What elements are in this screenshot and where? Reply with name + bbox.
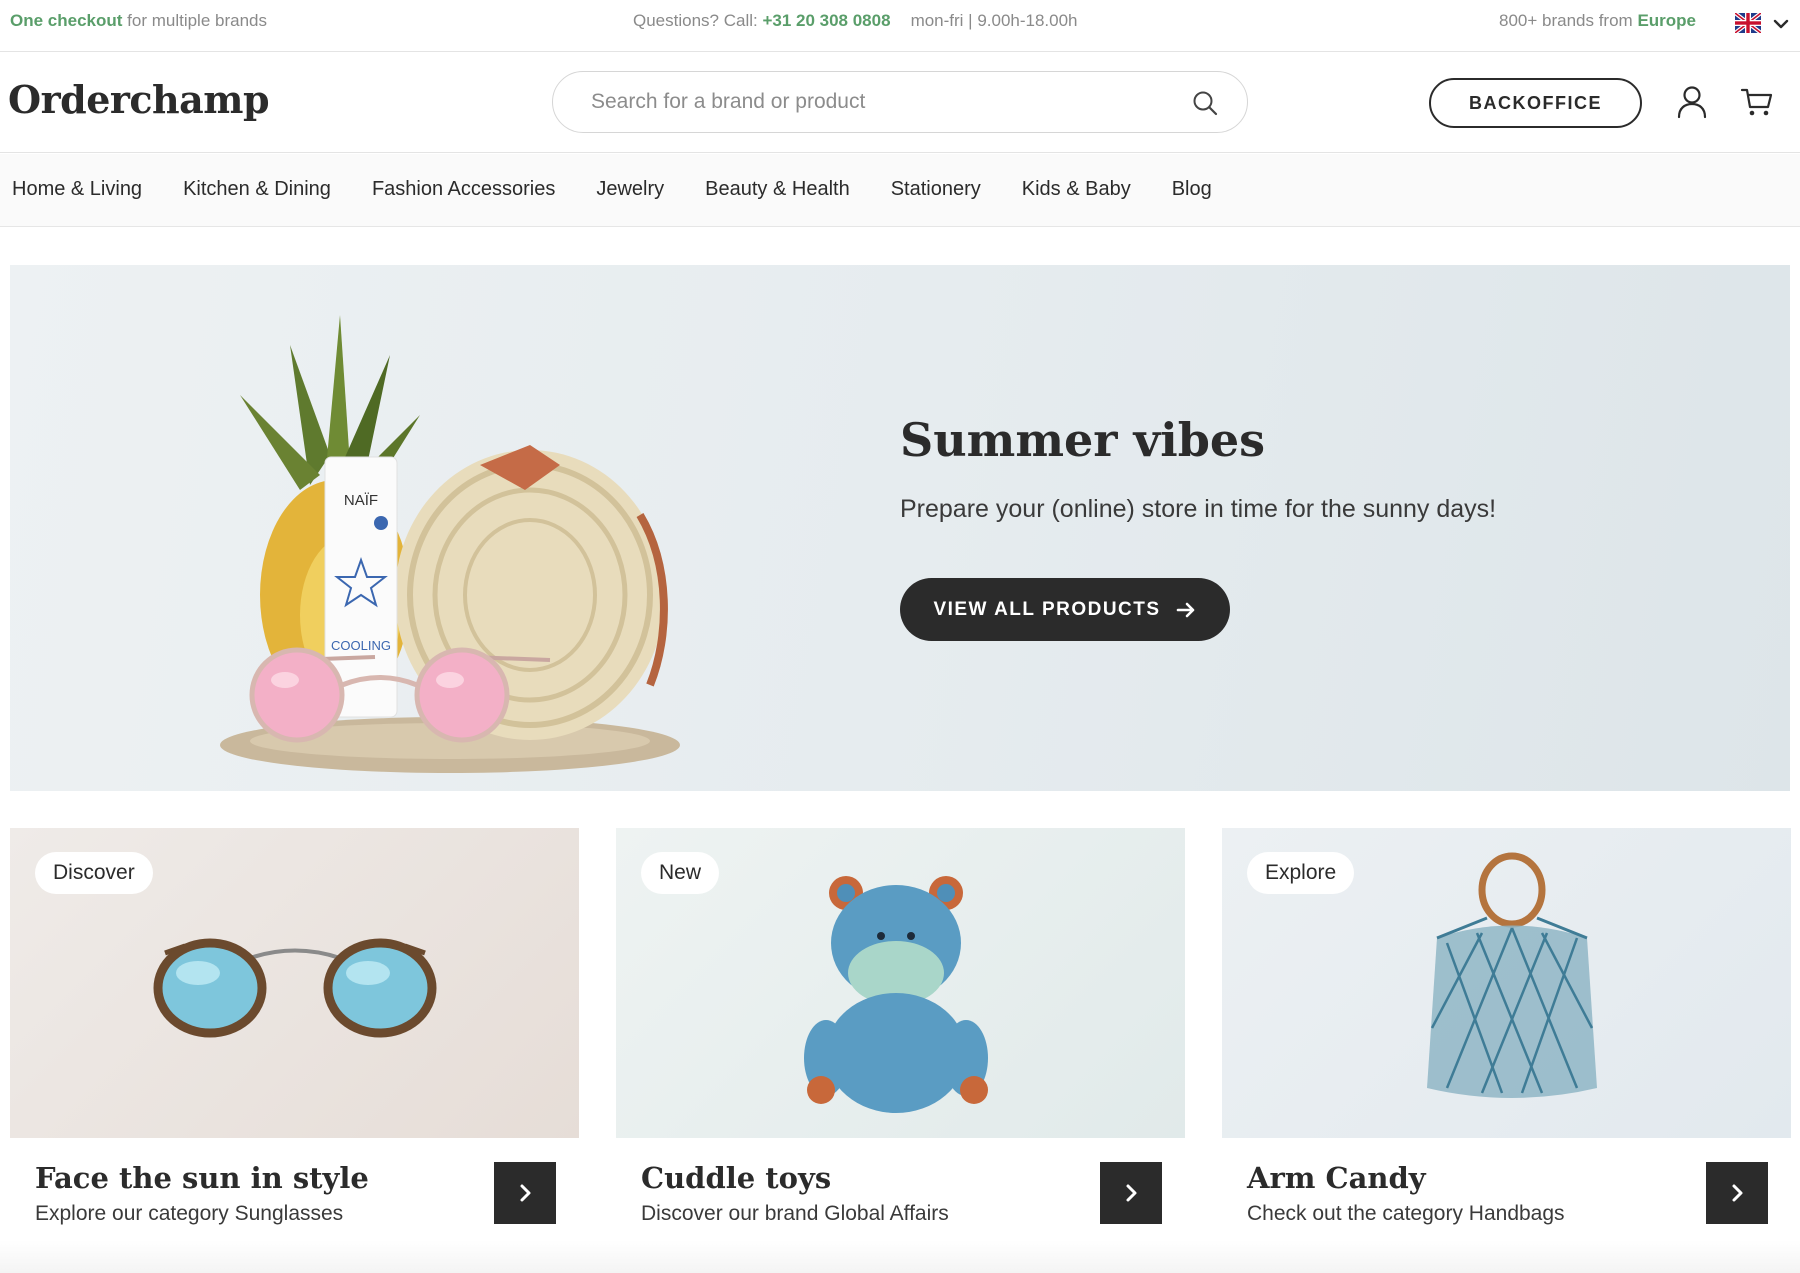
card-image[interactable]: New — [616, 828, 1185, 1138]
search-input[interactable] — [591, 86, 1151, 118]
chevron-right-icon — [520, 1184, 531, 1202]
card-subtitle: Check out the category Handbags — [1247, 1202, 1565, 1225]
card-image[interactable]: Explore — [1222, 828, 1791, 1138]
user-account-icon[interactable] — [1676, 85, 1708, 119]
tube-product-text: COOLING — [331, 638, 391, 653]
nav-item-home-living[interactable]: Home & Living — [12, 178, 142, 201]
card-title[interactable]: Face the sun in style — [35, 1161, 369, 1195]
view-all-products-button[interactable]: VIEW ALL PRODUCTS — [900, 578, 1230, 641]
shopping-cart-icon[interactable] — [1740, 85, 1774, 119]
promo-card-sunglasses[interactable]: Discover Face the sun in style Explore o… — [10, 828, 579, 1238]
nav-item-blog[interactable]: Blog — [1172, 178, 1212, 201]
tube-brand-text: NAÏF — [344, 492, 378, 509]
chevron-down-icon[interactable] — [1771, 14, 1791, 34]
chevron-right-icon — [1126, 1184, 1137, 1202]
card-title[interactable]: Arm Candy — [1247, 1161, 1426, 1195]
call-label: Questions? Call: — [633, 11, 763, 30]
card-image[interactable]: Discover — [10, 828, 579, 1138]
nav-item-stationery[interactable]: Stationery — [891, 178, 981, 201]
site-logo[interactable]: Orderchamp — [8, 77, 270, 122]
promo-text: One checkout for multiple brands — [10, 11, 267, 31]
backoffice-button[interactable]: BACKOFFICE — [1429, 78, 1642, 128]
arrow-right-icon — [1176, 602, 1194, 617]
hero-summer-image: NAÏF COOLING — [220, 315, 680, 773]
card-badge: New — [641, 852, 720, 894]
site-header: Orderchamp BACKOFFICE — [0, 53, 1800, 153]
contact-info: Questions? Call: +31 20 308 0808 mon-fri … — [633, 11, 1078, 31]
nav-item-fashion-accessories[interactable]: Fashion Accessories — [372, 178, 555, 201]
top-info-bar: One checkout for multiple brands Questio… — [0, 0, 1800, 52]
hero-subtitle: Prepare your (online) store in time for … — [900, 495, 1497, 523]
brands-region: Europe — [1637, 11, 1696, 30]
promo-card-handbags[interactable]: Explore Arm Candy Check out the category… — [1222, 828, 1791, 1238]
phone-link[interactable]: +31 20 308 0808 — [762, 11, 890, 30]
card-next-button[interactable] — [1100, 1162, 1162, 1224]
search-bar — [552, 71, 1248, 133]
promo-rest: for multiple brands — [122, 11, 267, 30]
hero-title: Summer vibes — [900, 413, 1266, 467]
opening-hours: mon-fri | 9.00h-18.00h — [910, 11, 1078, 30]
hero-banner: NAÏF COOLING Summer vibes Prepare your (… — [10, 265, 1790, 791]
brands-info: 800+ brands from Europe — [1499, 11, 1696, 31]
view-all-products-label: VIEW ALL PRODUCTS — [933, 598, 1161, 620]
card-subtitle: Discover our brand Global Affairs — [641, 1202, 949, 1225]
nav-item-kids-baby[interactable]: Kids & Baby — [1022, 178, 1131, 201]
uk-flag-icon[interactable] — [1735, 13, 1761, 33]
card-badge: Discover — [35, 852, 153, 894]
brands-count-text: 800+ brands from — [1498, 11, 1638, 30]
card-next-button[interactable] — [494, 1162, 556, 1224]
nav-item-beauty-health[interactable]: Beauty & Health — [705, 178, 850, 201]
card-title[interactable]: Cuddle toys — [641, 1161, 831, 1195]
nav-item-kitchen-dining[interactable]: Kitchen & Dining — [183, 178, 331, 201]
card-badge: Explore — [1247, 852, 1355, 894]
search-icon[interactable] — [1191, 89, 1219, 117]
chevron-right-icon — [1732, 1184, 1743, 1202]
page-bottom-edge — [0, 1240, 1800, 1273]
card-subtitle: Explore our category Sunglasses — [35, 1202, 344, 1225]
category-nav: Home & Living Kitchen & Dining Fashion A… — [0, 154, 1800, 227]
nav-item-jewelry[interactable]: Jewelry — [596, 178, 664, 201]
promo-card-cuddle-toys[interactable]: New Cuddle toys Discover our brand Globa… — [616, 828, 1185, 1238]
card-next-button[interactable] — [1706, 1162, 1768, 1224]
promo-highlight: One checkout — [10, 11, 123, 30]
